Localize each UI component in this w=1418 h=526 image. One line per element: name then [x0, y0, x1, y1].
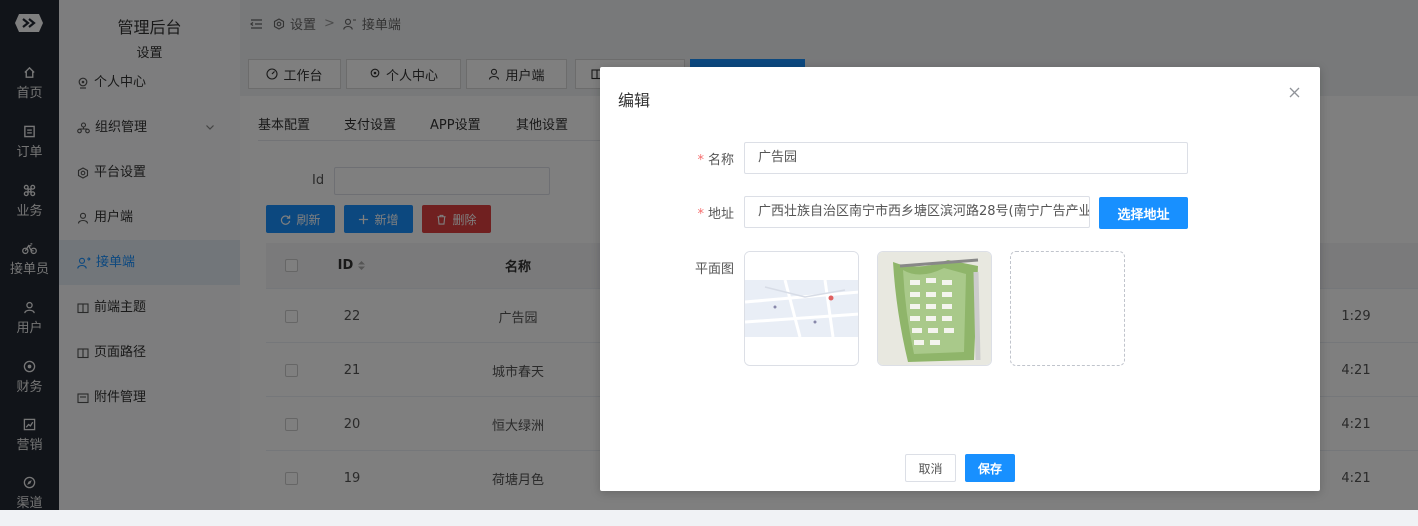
address-label: * 地址	[680, 203, 734, 222]
plan-image-upload-slot[interactable]	[1010, 251, 1125, 366]
required-mark: *	[697, 153, 704, 168]
plan-label: 平面图	[694, 262, 734, 277]
name-input[interactable]: 广告园	[744, 142, 1188, 174]
plan-image-siteplan[interactable]	[877, 251, 992, 366]
address-input[interactable]: 广西壮族自治区南宁市西乡塘区滨河路28号(南宁广告产业	[744, 196, 1090, 228]
pick-address-button[interactable]: 选择地址	[1099, 197, 1188, 229]
save-button[interactable]: 保存	[965, 454, 1015, 482]
plan-image-map[interactable]	[744, 251, 859, 366]
required-mark: *	[697, 207, 704, 222]
address-label-text: 地址	[707, 207, 734, 222]
cancel-button[interactable]: 取消	[905, 454, 956, 482]
close-icon[interactable]	[1289, 87, 1300, 98]
dialog-title: 编辑	[618, 91, 651, 110]
edit-dialog: 编辑 * 名称 广告园 * 地址 广西壮族自治区南宁市西乡塘区滨河路28号(南宁广告…	[600, 67, 1320, 491]
name-label: * 名称	[680, 149, 734, 168]
name-label-text: 名称	[707, 153, 734, 168]
